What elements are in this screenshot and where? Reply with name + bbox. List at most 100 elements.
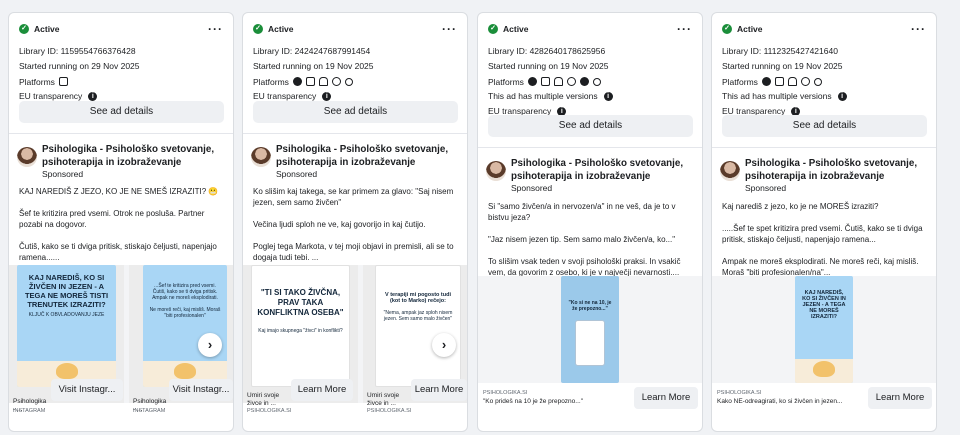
learn-more-button[interactable]: Learn More bbox=[634, 387, 698, 409]
ad-creative-image[interactable]: ...Šef te kritizira pred vsemi. Čutiš, k… bbox=[143, 265, 227, 387]
visit-instagram-button[interactable]: Visit Instagr... bbox=[51, 379, 123, 401]
visit-instagram-button[interactable]: Visit Instagr... bbox=[169, 379, 233, 401]
creative-headline: "TI SI TAKO ŽIVČNA, PRAV TAKA KONFLIKTNA… bbox=[257, 288, 344, 317]
creative-subtext: "Nema, ampak jaz sploh nisem jezen. Sem … bbox=[383, 310, 453, 322]
facebook-icon bbox=[761, 77, 771, 86]
platforms-label: Platforms bbox=[253, 76, 289, 87]
creative-subtext: Ne moreš reči, kaj misliš. Moraš "biti p… bbox=[149, 307, 221, 319]
eu-transparency-label: EU transparency bbox=[19, 91, 83, 101]
threads-icon bbox=[813, 77, 822, 86]
eu-transparency-label: EU transparency bbox=[253, 91, 317, 101]
started-running: Started running on 19 Nov 2025 bbox=[488, 61, 609, 71]
started-running: Started running on 29 Nov 2025 bbox=[19, 61, 140, 71]
source-label: PSIHOLOGIKA.SI bbox=[483, 390, 528, 396]
platforms-label: Platforms bbox=[488, 76, 524, 87]
info-icon[interactable]: i bbox=[837, 92, 847, 102]
more-options-icon[interactable]: ··· bbox=[208, 23, 223, 35]
divider bbox=[478, 147, 702, 148]
ad-body-text: Si "samo živčen/a in nervozen/a" in ne v… bbox=[488, 202, 681, 277]
ad-creative-image[interactable]: "TI SI TAKO ŽIVČNA, PRAV TAKA KONFLIKTNA… bbox=[251, 265, 350, 387]
started-running: Started running on 19 Nov 2025 bbox=[253, 61, 374, 71]
ad-card: ✓ Active ··· Library ID: 111232542742164… bbox=[711, 12, 937, 432]
sponsored-label: Sponsored bbox=[276, 169, 318, 179]
audience-network-icon bbox=[787, 77, 797, 86]
ad-creative-image[interactable]: KAJ NAREDIŠ, KO SI ŽIVČEN IN JEZEN - A T… bbox=[795, 276, 853, 383]
info-icon[interactable]: i bbox=[603, 92, 613, 102]
sponsored-label: Sponsored bbox=[511, 183, 553, 193]
info-icon[interactable]: i bbox=[322, 92, 332, 102]
advertiser-name-line1[interactable]: Psihologika - Psihološko svetovanje, bbox=[42, 143, 214, 156]
creative-headline: KAJ NAREDIŠ, KO SI ŽIVČEN IN JEZEN - A T… bbox=[24, 273, 109, 309]
see-ad-details-button[interactable]: See ad details bbox=[722, 115, 927, 137]
advertiser-header: Psihologika - Psihološko svetovanje, psi… bbox=[251, 143, 461, 179]
brain-illustration-icon bbox=[55, 363, 78, 379]
carousel-next-chevron-icon[interactable]: › bbox=[432, 333, 456, 357]
more-options-icon[interactable]: ··· bbox=[442, 23, 457, 35]
ad-body-text: KAJ NAREDIŠ Z JEZO, KO JE NE SMEŠ IZRAZI… bbox=[19, 187, 219, 262]
advertiser-header: Psihologika - Psihološko svetovanje, psi… bbox=[486, 157, 696, 193]
creative-headline: ...Šef te kritizira pred vsemi. Čutiš, k… bbox=[152, 283, 218, 301]
avatar[interactable] bbox=[486, 161, 506, 181]
ad-card: ✓ Active ··· Library ID: 428264017862595… bbox=[477, 12, 703, 432]
advertiser-name-line2[interactable]: psihoterapija in izobraževanje bbox=[42, 156, 214, 169]
ad-creative-image[interactable]: KAJ NAREDIŠ, KO SI ŽIVČEN IN JEZEN - A T… bbox=[17, 265, 116, 387]
more-options-icon[interactable]: ··· bbox=[911, 23, 926, 35]
status-label: Active bbox=[268, 24, 294, 34]
messenger-icon bbox=[566, 77, 576, 86]
sponsored-label: Sponsored bbox=[745, 183, 787, 193]
phone-illustration bbox=[575, 320, 605, 366]
facebook-icon bbox=[527, 77, 537, 86]
advertiser-header: Psihologika - Psihološko svetovanje, psi… bbox=[720, 157, 930, 193]
ad-results-grid: ✓ Active ··· Library ID: 115955476637642… bbox=[8, 12, 940, 432]
ad-creative-image[interactable]: V terapiji mi pogosto tudi (kot to Marko… bbox=[375, 265, 461, 387]
advertiser-name-line2[interactable]: psihoterapija in izobraževanje bbox=[276, 156, 448, 169]
multiple-versions-label: This ad has multiple versions bbox=[722, 91, 832, 101]
see-ad-details-button[interactable]: See ad details bbox=[19, 101, 224, 123]
avatar[interactable] bbox=[720, 161, 740, 181]
divider bbox=[243, 133, 467, 134]
see-ad-details-button[interactable]: See ad details bbox=[488, 115, 693, 137]
carousel-card-title: Umiri svoje živce in ... bbox=[247, 392, 280, 407]
instagram-icon bbox=[305, 77, 315, 86]
brain-illustration-icon bbox=[813, 361, 835, 377]
carousel-card-title: Psihologika - ... bbox=[13, 398, 47, 413]
instagram-icon bbox=[540, 77, 550, 86]
ad-media: KAJ NAREDIŠ, KO SI ŽIVČEN IN JEZEN - A T… bbox=[712, 276, 936, 383]
avatar[interactable] bbox=[251, 147, 271, 167]
avatar[interactable] bbox=[17, 147, 37, 167]
learn-more-button[interactable]: Learn More bbox=[868, 387, 932, 409]
learn-more-button[interactable]: Learn More bbox=[291, 379, 353, 401]
carousel-next-chevron-icon[interactable]: › bbox=[198, 333, 222, 357]
info-icon[interactable]: i bbox=[88, 92, 98, 102]
ad-creative-image[interactable]: "Ko si ne na 10, je že prepozno..." bbox=[561, 276, 619, 383]
advertiser-name-line1[interactable]: Psihologika - Psihološko svetovanje, bbox=[745, 157, 917, 170]
ad-card: ✓ Active ··· Library ID: 242424768799145… bbox=[242, 12, 468, 432]
see-ad-details-button[interactable]: See ad details bbox=[253, 101, 458, 123]
advertiser-name-line1[interactable]: Psihologika - Psihološko svetovanje, bbox=[276, 143, 448, 156]
ad-body-text: Kaj narediš z jezo, ko je ne MOREŠ izraz… bbox=[722, 202, 923, 277]
creative-headline: KAJ NAREDIŠ, KO SI ŽIVČEN IN JEZEN - A T… bbox=[802, 290, 846, 320]
creative-subtext: KLJUČ K OBVLADOVANJU JEZE bbox=[28, 312, 105, 318]
carousel-card-title: Umiri svoje živce in ... bbox=[367, 392, 400, 407]
advertiser-name-line1[interactable]: Psihologika - Psihološko svetovanje, bbox=[511, 157, 683, 170]
creative-subtext: Kaj imajo skupnega "živci" in konflikti? bbox=[258, 328, 343, 334]
link-title: "Ko prideš na 10 je že prepozno..." bbox=[483, 398, 584, 405]
whatsapp-icon bbox=[579, 77, 589, 86]
more-options-icon[interactable]: ··· bbox=[677, 23, 692, 35]
carousel-card-title: Psihologika - ... bbox=[133, 398, 167, 413]
library-id: Library ID: 1112325427421640 bbox=[722, 46, 838, 56]
library-id: Library ID: 2424247687991454 bbox=[253, 46, 371, 56]
link-title: Kako NE-odreagirati, ko si živčen in jez… bbox=[717, 398, 843, 405]
advertiser-name-line2[interactable]: psihoterapija in izobraževanje bbox=[511, 170, 683, 183]
status-label: Active bbox=[34, 24, 60, 34]
brain-illustration-icon bbox=[174, 363, 196, 379]
active-check-icon: ✓ bbox=[19, 24, 29, 34]
advertiser-name-line2[interactable]: psihoterapija in izobraževanje bbox=[745, 170, 917, 183]
learn-more-button[interactable]: Learn More bbox=[411, 379, 467, 401]
creative-headline: V terapiji mi pogosto tudi (kot to Marko… bbox=[385, 292, 451, 304]
messenger-icon bbox=[800, 77, 810, 86]
messenger-icon bbox=[331, 77, 341, 86]
source-label: PSIHOLOGIKA.SI bbox=[717, 390, 762, 396]
source-label: PSIHOLOGIKA.SI bbox=[247, 408, 292, 414]
multiple-versions-label: This ad has multiple versions bbox=[488, 91, 598, 101]
